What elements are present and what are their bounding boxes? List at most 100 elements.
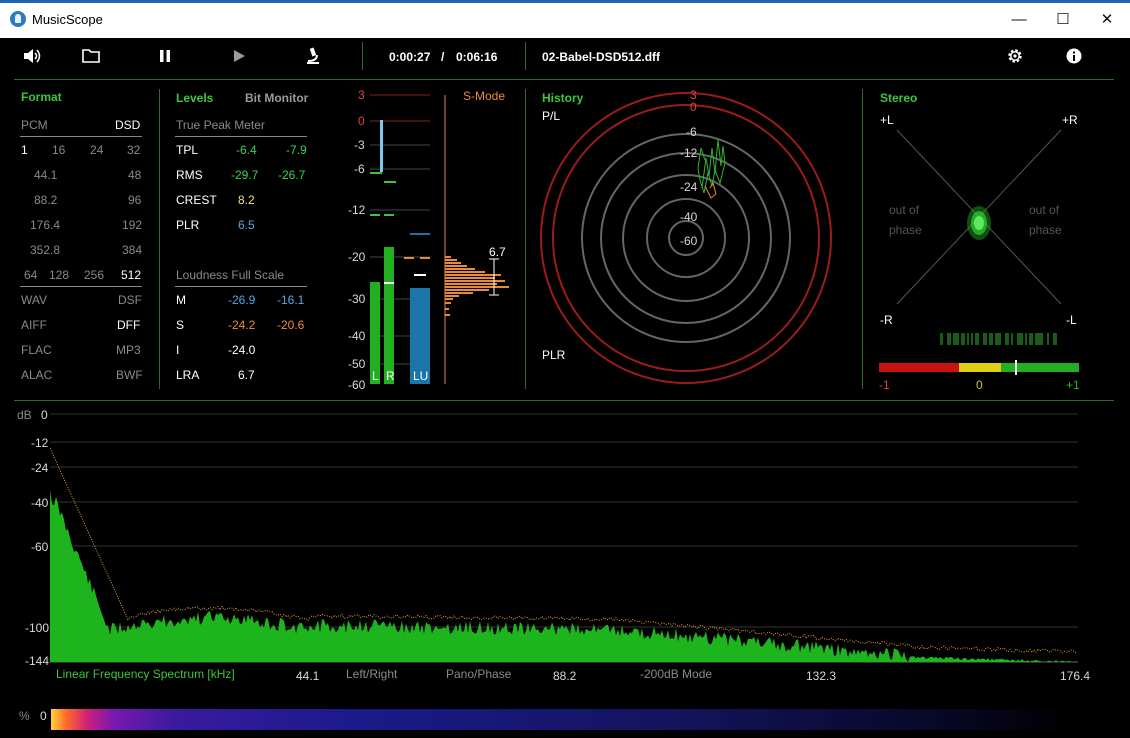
short-term-max: -20.6 — [277, 318, 305, 332]
levels-rule — [175, 286, 307, 287]
goniometer — [896, 129, 1062, 305]
spectrum-y-tick: -24 — [31, 461, 49, 475]
file-bwf: BWF — [116, 368, 143, 382]
title-bar: MusicScope — ☐ ✕ — [0, 0, 1130, 38]
rms-right: -26.7 — [278, 168, 306, 182]
gear-icon[interactable] — [1007, 48, 1023, 64]
minimize-button[interactable]: — — [996, 3, 1042, 37]
out-of-phase-left: phase — [889, 223, 922, 237]
tpl-left: -6.4 — [236, 143, 257, 157]
integrated-label: I — [176, 343, 180, 357]
musicscope-window: MusicScope — ☐ ✕ 0:00:27 / 0:06:16 02-Ba… — [0, 0, 1130, 738]
out-of-phase-left: out of — [889, 203, 920, 217]
peak-hold-left — [370, 172, 382, 174]
file-mp3: MP3 — [116, 343, 141, 357]
window-title: MusicScope — [32, 12, 103, 27]
true-peak-title: True Peak Meter — [176, 118, 265, 132]
rate-pcm: 352.8 — [30, 243, 61, 257]
out-of-phase-right: out of — [1029, 203, 1060, 217]
file-name: 02-Babel-DSD512.dff — [542, 50, 661, 64]
spectrum-db-label: dB — [17, 408, 32, 422]
toolbar-separator — [362, 42, 363, 70]
bits-1: 1 — [21, 143, 28, 157]
spectrogram-strip — [51, 709, 1077, 730]
plr-value: 6.5 — [238, 218, 255, 232]
close-button[interactable]: ✕ — [1084, 3, 1130, 37]
spectrum-title: Linear Frequency Spectrum [kHz] — [56, 667, 235, 681]
info-icon[interactable] — [1066, 48, 1082, 64]
format-title: Format — [21, 90, 62, 104]
spectrum-fill — [50, 490, 1076, 662]
short-term-value: -24.2 — [228, 318, 256, 332]
true-peak-indicator — [380, 120, 383, 172]
app-icon — [10, 11, 26, 27]
rate-dsd: 192 — [122, 218, 143, 232]
speaker-icon[interactable] — [22, 47, 42, 65]
spectrum-y-tick: -12 — [31, 436, 49, 450]
frequency-spectrum — [50, 413, 1078, 663]
crest-label: CREST — [176, 193, 217, 207]
format-rule — [20, 136, 142, 137]
toolbar-divider — [14, 79, 1114, 80]
file-aiff: AIFF — [21, 318, 47, 332]
time-separator: / — [441, 50, 445, 64]
spectrogram-zero-label: 0 — [40, 709, 47, 723]
meter-scale-label: -60 — [348, 378, 366, 392]
ring-label: 0 — [690, 100, 697, 114]
minus-200db-mode[interactable]: -200dB Mode — [640, 667, 712, 681]
dsd-mult: 128 — [49, 268, 70, 282]
levels-title: Levels — [176, 91, 214, 105]
pano-phase-mode[interactable]: Pano/Phase — [446, 667, 511, 681]
stereo-title: Stereo — [880, 91, 918, 105]
format-rule — [20, 286, 142, 287]
pause-icon[interactable] — [158, 49, 172, 63]
loudness-title: Loudness Full Scale — [176, 268, 285, 282]
ring-label: -40 — [680, 210, 698, 224]
panel-divider — [14, 400, 1114, 401]
spectrum-y-tick: 0 — [41, 408, 48, 422]
ring-label: -60 — [680, 234, 698, 248]
correlation-label: 0 — [976, 378, 983, 392]
tpl-label: TPL — [176, 143, 199, 157]
lra-label: LRA — [176, 368, 200, 382]
toolbar-separator — [525, 42, 526, 70]
meter-label-right: R — [386, 369, 395, 383]
folder-icon[interactable] — [82, 48, 100, 64]
pcm-label: PCM — [21, 118, 48, 132]
time-total: 0:06:16 — [456, 50, 498, 64]
microscope-icon[interactable] — [305, 47, 321, 65]
dsd-label: DSD — [115, 118, 141, 132]
lra-readout: 6.7 — [489, 245, 506, 259]
left-right-mode[interactable]: Left/Right — [346, 667, 397, 681]
file-dff: DFF — [117, 318, 141, 332]
correlation-history — [940, 333, 1057, 345]
rms-label: RMS — [176, 168, 203, 182]
spectrum-x-tick: 44.1 — [296, 669, 320, 683]
bit-monitor-tab[interactable]: Bit Monitor — [245, 91, 308, 105]
spectrogram-percent-label: % — [19, 709, 30, 723]
stereo-corner-label: -R — [880, 313, 893, 327]
short-term-label: S — [176, 318, 185, 332]
rate-pcm: 44.1 — [34, 168, 58, 182]
spectrum-y-tick: -60 — [31, 540, 49, 554]
momentary-value: -26.9 — [228, 293, 256, 307]
maximize-button[interactable]: ☐ — [1040, 3, 1086, 37]
meter-scale-label: -20 — [348, 250, 366, 264]
file-dsf: DSF — [118, 293, 142, 307]
meter-scale-label: -3 — [354, 138, 365, 152]
lra-value: 6.7 — [238, 368, 255, 382]
dsd-mult: 512 — [121, 268, 142, 282]
tpl-right: -7.9 — [286, 143, 307, 157]
meter-scale-label: -50 — [348, 357, 366, 371]
meter-scale-label: -40 — [348, 329, 366, 343]
bits-24: 24 — [90, 143, 104, 157]
play-icon[interactable] — [232, 49, 246, 63]
dsd-mult: 256 — [84, 268, 105, 282]
loudness-histogram — [445, 256, 509, 316]
meter-label-left: L — [372, 369, 379, 383]
s-mode-toggle[interactable]: S-Mode — [463, 89, 505, 103]
time-current: 0:00:27 — [389, 50, 431, 64]
file-alac: ALAC — [21, 368, 53, 382]
rate-pcm: 88.2 — [34, 193, 58, 207]
correlation-label: +1 — [1066, 378, 1080, 392]
